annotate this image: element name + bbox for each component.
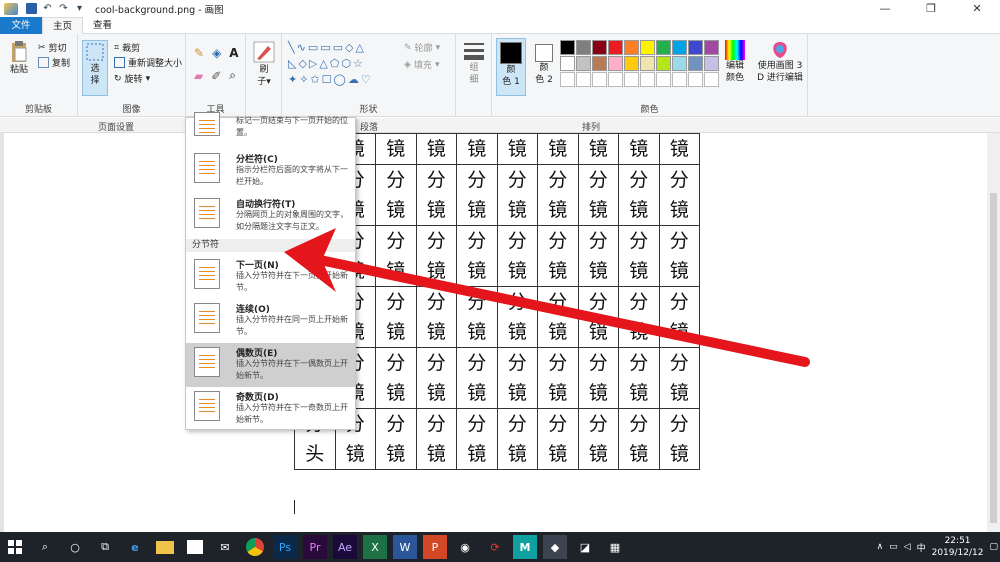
baidu-watermark: Bai du 经验 jingyan.baidu.com [760, 452, 934, 532]
cortana-icon[interactable]: ○ [63, 535, 87, 559]
watermark-url: jingyan.baidu.com [760, 517, 880, 532]
word-icon[interactable]: W [393, 535, 417, 559]
ime-indicator[interactable]: 中 [917, 541, 926, 554]
windows-icon [8, 540, 22, 554]
paint-taskbar-icon[interactable]: ◆ [543, 535, 567, 559]
powerpoint-icon[interactable]: P [423, 535, 447, 559]
after-effects-icon[interactable]: Ae [333, 535, 357, 559]
chrome-icon[interactable] [243, 535, 267, 559]
app-icon-1[interactable]: ◉ [453, 535, 477, 559]
search-icon[interactable]: ⌕ [33, 535, 57, 559]
notification-icon[interactable]: ▢ [989, 542, 998, 552]
task-view-icon[interactable]: ⧉ [93, 535, 117, 559]
watermark-brand: Bai du 经验 [760, 480, 935, 513]
clock[interactable]: 22:51 2019/12/12 [932, 535, 984, 559]
edge-icon[interactable]: e [123, 535, 147, 559]
app-icon-5[interactable]: ▦ [603, 535, 627, 559]
app-icon-3[interactable]: M [513, 535, 537, 559]
tray-chevron-icon[interactable]: ∧ [877, 542, 884, 552]
photoshop-icon[interactable]: Ps [273, 535, 297, 559]
app-icon-2[interactable]: ⟳ [483, 535, 507, 559]
network-icon[interactable]: ▭ [889, 542, 898, 552]
taskbar: ⌕ ○ ⧉ e ✉ Ps Pr Ae X W P ◉ ⟳ M ◆ ◪ ▦ ∧ ▭… [0, 532, 1000, 562]
volume-icon[interactable]: ◁ [904, 542, 911, 552]
app-icon-4[interactable]: ◪ [573, 535, 597, 559]
file-explorer-icon[interactable] [153, 535, 177, 559]
excel-icon[interactable]: X [363, 535, 387, 559]
store-icon[interactable] [183, 535, 207, 559]
mail-icon[interactable]: ✉ [213, 535, 237, 559]
premiere-icon[interactable]: Pr [303, 535, 327, 559]
start-button[interactable] [3, 535, 27, 559]
